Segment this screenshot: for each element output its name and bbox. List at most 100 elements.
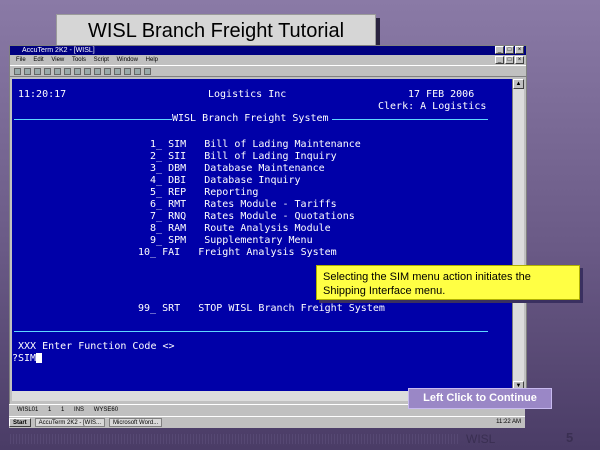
taskbar-item-accuterm[interactable]: AccuTerm 2K2 - [WIS... (34, 418, 106, 427)
child-close-button[interactable]: × (515, 56, 524, 64)
transfer-icon[interactable] (124, 67, 131, 75)
menu-item-label: Rates Module - Quotations (204, 211, 355, 222)
disconnect-icon[interactable] (94, 67, 101, 75)
new-icon[interactable] (14, 67, 21, 75)
menu-item-num: 10_ (138, 247, 157, 258)
capture-icon[interactable] (134, 67, 141, 75)
menu-item-code: DBI (168, 175, 187, 186)
slide-title: WISL Branch Freight Tutorial (56, 14, 376, 49)
windows-taskbar: Start AccuTerm 2K2 - [WIS... Microsoft W… (9, 416, 525, 428)
keyboard-icon[interactable] (114, 67, 121, 75)
menu-item-label: Reporting (204, 187, 259, 198)
continue-button[interactable]: Left Click to Continue (408, 388, 552, 409)
child-minimize-button[interactable]: _ (495, 56, 504, 64)
status-session: WISL01 (17, 407, 39, 413)
menu-item-sim[interactable]: 1_ SIM Bill of Lading Maintenance (144, 139, 361, 151)
header-rule-right (332, 119, 488, 120)
window-titlebar: AccuTerm 2K2 - [WISL] _ □ × (10, 46, 526, 55)
menu-item-spm[interactable]: 9_ SPM Supplementary Menu (144, 235, 313, 247)
save-icon[interactable] (34, 67, 41, 75)
menu-window[interactable]: Window (117, 57, 138, 63)
menu-item-code: RNQ (168, 211, 187, 222)
start-button[interactable]: Start (9, 418, 31, 427)
menu-item-label: Route Analysis Module (204, 223, 331, 234)
menu-item-code: SRT (162, 303, 181, 314)
menu-help[interactable]: Help (146, 57, 158, 63)
status-row: 1 (48, 407, 52, 413)
settings-icon[interactable] (104, 67, 111, 75)
page-number: 5 (566, 430, 574, 445)
connect-icon[interactable] (84, 67, 91, 75)
menu-item-num: 9_ (144, 235, 163, 246)
clerk-name: Clerk: A Logistics (378, 101, 487, 112)
footer-logo: WISL (466, 432, 496, 446)
command-line[interactable]: ?SIM (12, 353, 43, 365)
print-icon[interactable] (44, 67, 51, 75)
terminal-window: AccuTerm 2K2 - [WISL] _ □ × File Edit Vi… (9, 45, 527, 405)
menu-item-num: 5_ (144, 187, 163, 198)
scroll-up-icon[interactable]: ▲ (513, 79, 524, 89)
text-cursor (36, 353, 43, 363)
function-prompt: XXX Enter Function Code <> (18, 341, 175, 352)
menu-script[interactable]: Script (94, 57, 109, 63)
help-icon[interactable] (144, 67, 151, 75)
paste-icon[interactable] (74, 67, 81, 75)
menu-item-rnq[interactable]: 7_ RNQ Rates Module - Quotations (144, 211, 355, 223)
menu-bar: File Edit View Tools Script Window Help … (10, 55, 526, 65)
status-emulation: WYSE60 (93, 407, 119, 413)
footer-rule (14, 331, 488, 332)
menu-item-num: 8_ (144, 223, 163, 234)
menu-item-code: FAI (162, 247, 181, 258)
terminal-screen[interactable]: 11:20:17 Logistics Inc 17 FEB 2006 Clerk… (12, 79, 512, 391)
menu-item-ram[interactable]: 8_ RAM Route Analysis Module (144, 223, 331, 235)
menu-item-code: RAM (168, 223, 187, 234)
menu-edit[interactable]: Edit (33, 57, 43, 63)
menu-item-code: SIM (168, 139, 187, 150)
company-name: Logistics Inc (208, 89, 287, 100)
copy-icon[interactable] (64, 67, 71, 75)
maximize-button[interactable]: □ (505, 46, 514, 54)
menu-item-dbi[interactable]: 4_ DBI Database Inquiry (144, 175, 301, 187)
close-button[interactable]: × (515, 46, 524, 54)
menu-item-num: 1_ (144, 139, 163, 150)
menu-item-num: 7_ (144, 211, 163, 222)
cut-icon[interactable] (54, 67, 61, 75)
menu-item-label: Database Inquiry (204, 175, 301, 186)
menu-item-srt[interactable]: 99_ SRT STOP WISL Branch Freight System (138, 303, 385, 315)
menu-view[interactable]: View (51, 57, 64, 63)
open-icon[interactable] (24, 67, 31, 75)
command-input[interactable]: ?SIM (12, 353, 36, 364)
status-col: 1 (61, 407, 65, 413)
menu-item-fai[interactable]: 10_ FAI Freight Analysis System (138, 247, 337, 259)
menu-item-num: 2_ (144, 151, 163, 162)
menu-item-rmt[interactable]: 6_ RMT Rates Module - Tariffs (144, 199, 337, 211)
menu-item-num: 99_ (138, 303, 157, 314)
window-title: AccuTerm 2K2 - [WISL] (22, 47, 95, 54)
menu-item-code: RMT (168, 199, 187, 210)
menu-item-dbm[interactable]: 3_ DBM Database Maintenance (144, 163, 325, 175)
menu-item-num: 3_ (144, 163, 163, 174)
system-title: WISL Branch Freight System (172, 113, 329, 124)
vertical-scrollbar[interactable]: ▲ ▼ (512, 79, 524, 391)
status-mode: INS (74, 407, 85, 413)
menu-item-label: Database Maintenance (204, 163, 325, 174)
menu-item-code: SPM (168, 235, 187, 246)
menu-item-label: Freight Analysis System (198, 247, 337, 258)
menu-item-label: Supplementary Menu (204, 235, 313, 246)
menu-item-rep[interactable]: 5_ REP Reporting (144, 187, 258, 199)
menu-tools[interactable]: Tools (72, 57, 86, 63)
menu-item-label: STOP WISL Branch Freight System (198, 303, 385, 314)
footer-decoration (10, 434, 460, 444)
menu-item-sii[interactable]: 2_ SII Bill of Lading Inquiry (144, 151, 337, 163)
minimize-button[interactable]: _ (495, 46, 504, 54)
menu-file[interactable]: File (16, 57, 26, 63)
menu-item-label: Bill of Lading Maintenance (204, 139, 361, 150)
menu-item-label: Bill of Lading Inquiry (204, 151, 337, 162)
menu-item-num: 4_ (144, 175, 163, 186)
taskbar-clock: 11:22 AM (496, 419, 521, 425)
menu-item-code: DBM (168, 163, 187, 174)
clock-time: 11:20:17 (18, 89, 67, 100)
taskbar-item-word[interactable]: Microsoft Word... (109, 418, 163, 427)
menu-item-code: REP (168, 187, 187, 198)
child-restore-button[interactable]: □ (505, 56, 514, 64)
